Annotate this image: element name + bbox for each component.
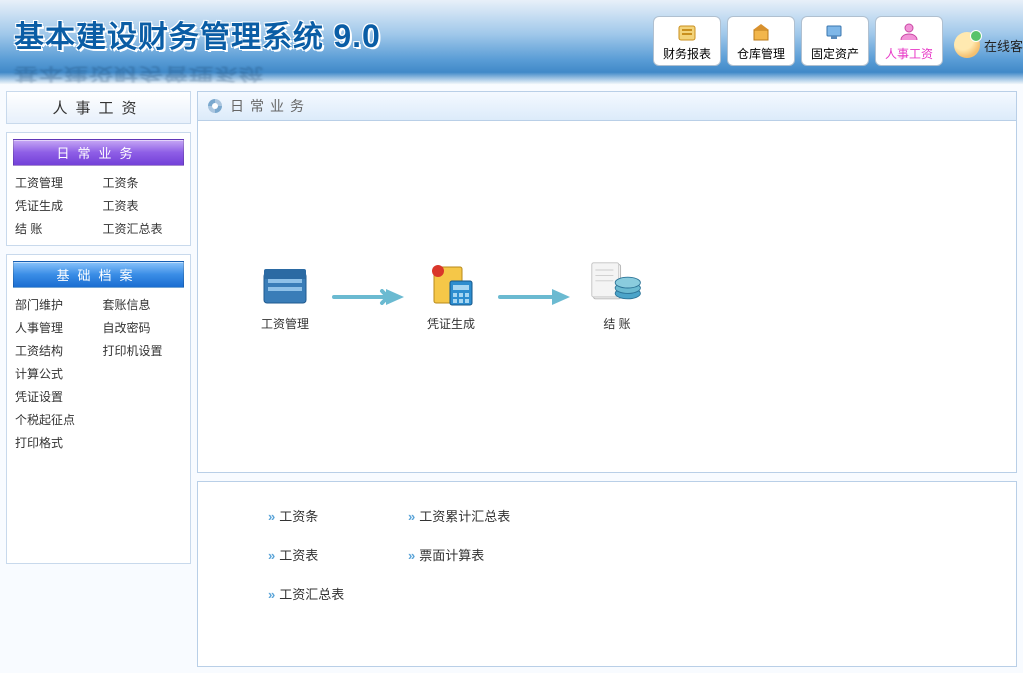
hr-icon xyxy=(897,21,921,43)
body: 人事工资 日常业务 工资管理 工资条 凭证生成 工资表 结 账 工资汇总表 基础… xyxy=(0,85,1023,673)
link-face-calc[interactable]: »票面计算表 xyxy=(408,545,588,564)
sidebar-blank xyxy=(103,365,183,382)
flow-label: 工资管理 xyxy=(261,315,309,332)
nav-fixed-asset[interactable]: 固定资产 xyxy=(801,16,869,66)
panel-quick-links: »工资条 »工资累计汇总表 »工资表 »票面计算表 »工资汇总表 xyxy=(197,481,1017,667)
flow-node-voucher[interactable]: 凭证生成 xyxy=(424,261,478,332)
avatar-icon xyxy=(954,32,980,58)
online-status[interactable]: 在线客 xyxy=(954,32,1023,58)
sidebar-item-tax-threshold[interactable]: 个税起征点 xyxy=(15,411,95,428)
link-blank xyxy=(408,584,588,603)
flow-node-salary[interactable]: 工资管理 xyxy=(258,261,312,332)
warehouse-icon xyxy=(749,21,773,43)
flow-label: 结 账 xyxy=(603,315,630,332)
sidebar-item-settlement[interactable]: 结 账 xyxy=(15,220,95,237)
nav-label: 固定资产 xyxy=(811,45,859,62)
sidebar-item-print-format[interactable]: 打印格式 xyxy=(15,434,95,451)
main-content: 日常业务 工资管理 xyxy=(197,85,1023,673)
flow-node-settle[interactable]: 结 账 xyxy=(590,261,644,332)
salary-folder-icon xyxy=(258,261,312,309)
panel-header: 日常业务 xyxy=(198,92,1016,121)
sidebar: 人事工资 日常业务 工资管理 工资条 凭证生成 工资表 结 账 工资汇总表 基础… xyxy=(0,85,197,673)
sidebar-item-salary-struct[interactable]: 工资结构 xyxy=(15,342,95,359)
settle-coins-icon xyxy=(590,261,644,309)
sidebar-item-formula[interactable]: 计算公式 xyxy=(15,365,95,382)
link-payslip[interactable]: »工资条 xyxy=(268,506,398,525)
group-header-archive[interactable]: 基础档案 xyxy=(13,261,184,288)
app-title: 基本建设财务管理系统 9.0 xyxy=(0,0,381,56)
sidebar-item-payslip[interactable]: 工资条 xyxy=(103,174,183,191)
asset-icon xyxy=(823,21,847,43)
nav-label: 仓库管理 xyxy=(737,45,785,62)
link-cumulative-summary[interactable]: »工资累计汇总表 xyxy=(408,506,588,525)
sidebar-blank xyxy=(103,434,183,451)
sidebar-blank xyxy=(103,411,183,428)
sidebar-title: 人事工资 xyxy=(6,91,191,124)
panel-title: 日常业务 xyxy=(230,96,310,116)
nav-warehouse[interactable]: 仓库管理 xyxy=(727,16,795,66)
sidebar-blank xyxy=(103,388,183,405)
online-label: 在线客 xyxy=(984,36,1023,55)
app-title-reflection: 基本建设财务管理系统 xyxy=(14,63,264,88)
panel-daily-business: 日常业务 工资管理 xyxy=(197,91,1017,473)
voucher-calc-icon xyxy=(424,261,478,309)
arrow-icon xyxy=(332,289,404,305)
gear-icon xyxy=(208,99,222,113)
sidebar-item-voucher-set[interactable]: 凭证设置 xyxy=(15,388,95,405)
sidebar-item-salary-mgmt[interactable]: 工资管理 xyxy=(15,174,95,191)
sidebar-item-printer[interactable]: 打印机设置 xyxy=(103,342,183,359)
nav-label: 财务报表 xyxy=(663,45,711,62)
sidebar-item-voucher-gen[interactable]: 凭证生成 xyxy=(15,197,95,214)
sidebar-group-daily: 日常业务 工资管理 工资条 凭证生成 工资表 结 账 工资汇总表 xyxy=(6,132,191,246)
sidebar-item-hr-mgmt[interactable]: 人事管理 xyxy=(15,319,95,336)
nav-label: 人事工资 xyxy=(885,45,933,62)
app-header: 基本建设财务管理系统 9.0 基本建设财务管理系统 财务报表 仓库管理 固定资产 xyxy=(0,0,1023,85)
sidebar-group-archive: 基础档案 部门维护 套账信息 人事管理 自改密码 工资结构 打印机设置 计算公式… xyxy=(6,254,191,564)
arrow-icon xyxy=(498,289,570,305)
flow-label: 凭证生成 xyxy=(427,315,475,332)
report-icon xyxy=(675,21,699,43)
group-header-daily[interactable]: 日常业务 xyxy=(13,139,184,166)
top-nav: 财务报表 仓库管理 固定资产 人事工资 xyxy=(653,16,943,66)
nav-financial-report[interactable]: 财务报表 xyxy=(653,16,721,66)
sidebar-item-salary-table[interactable]: 工资表 xyxy=(103,197,183,214)
workflow: 工资管理 xyxy=(198,121,1016,472)
sidebar-item-salary-summary[interactable]: 工资汇总表 xyxy=(103,220,183,237)
sidebar-item-dept[interactable]: 部门维护 xyxy=(15,296,95,313)
link-salary-table[interactable]: »工资表 xyxy=(268,545,398,564)
sidebar-item-change-pwd[interactable]: 自改密码 xyxy=(103,319,183,336)
nav-hr-salary[interactable]: 人事工资 xyxy=(875,16,943,66)
sidebar-item-account-info[interactable]: 套账信息 xyxy=(103,296,183,313)
link-salary-summary[interactable]: »工资汇总表 xyxy=(268,584,398,603)
